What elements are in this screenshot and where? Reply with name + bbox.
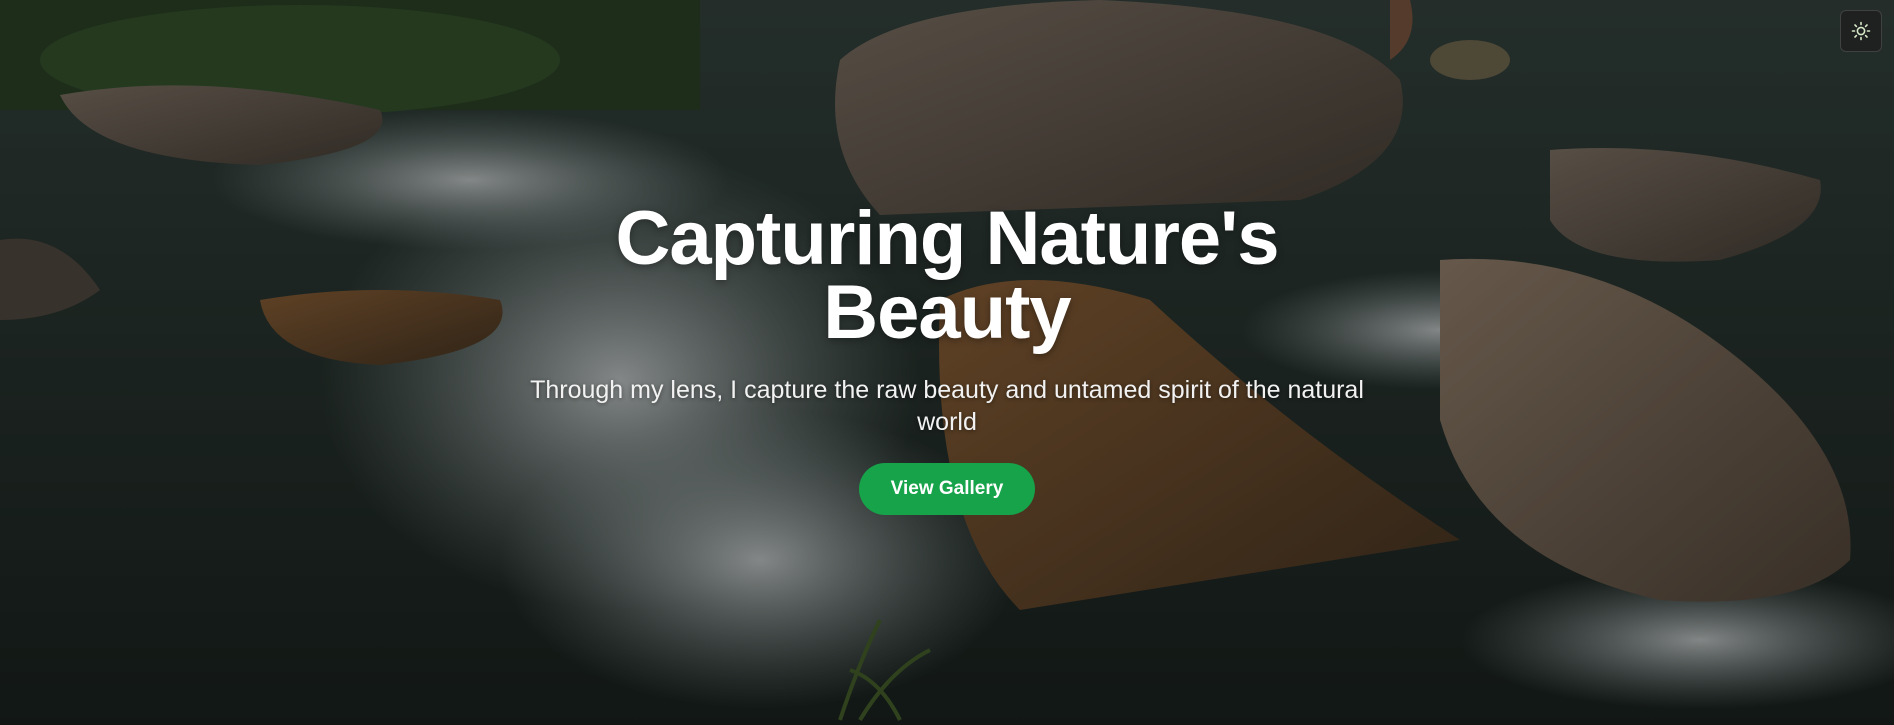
view-gallery-button[interactable]: View Gallery [858,463,1036,515]
hero-subtitle: Through my lens, I capture the raw beaut… [530,376,1364,436]
hero-content: Capturing Nature's Beauty Through my len… [0,0,1894,725]
hero-title: Capturing Nature's Beauty [615,196,1279,355]
sun-icon [1851,21,1871,41]
hero-section: Capturing Nature's Beauty Through my len… [0,0,1894,725]
theme-toggle-button[interactable] [1840,10,1882,52]
